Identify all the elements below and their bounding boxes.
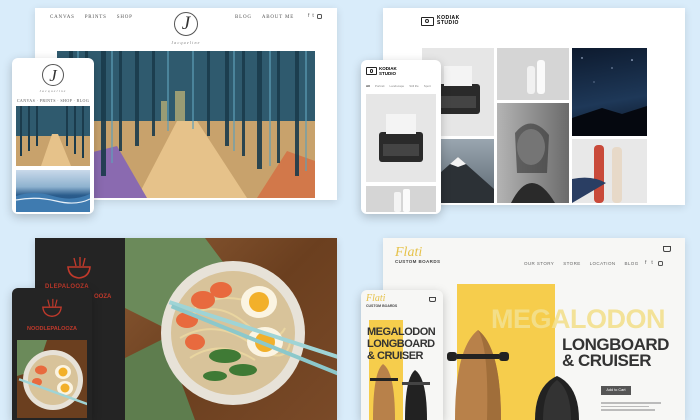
tab-landscape[interactable]: Landscape bbox=[390, 84, 405, 88]
nav-link-our-story[interactable]: OUR STORY bbox=[524, 261, 554, 266]
jacqueline-nav-right: BLOG ABOUT ME bbox=[235, 15, 294, 20]
flati-mobile-cart-icon[interactable] bbox=[429, 297, 436, 302]
longboard-image[interactable] bbox=[447, 330, 509, 420]
mobile-nav[interactable]: CANVAS · PRINTS · SHOP · BLOG bbox=[12, 98, 94, 103]
flati-mobile: Flati CUSTOM BOARDS MEGALODON LONGBOARD … bbox=[361, 290, 443, 420]
nav-link-prints[interactable]: PRINTS bbox=[85, 15, 107, 20]
gallery-night-sky[interactable] bbox=[572, 48, 647, 136]
forest-painting[interactable] bbox=[57, 51, 315, 198]
nav-link-shop[interactable]: SHOP bbox=[117, 15, 133, 20]
cruiser-image[interactable] bbox=[531, 376, 583, 420]
flati-mobile-logo[interactable]: Flati CUSTOM BOARDS bbox=[366, 293, 398, 309]
flati-brand-script: Flati bbox=[395, 245, 423, 260]
tab-all[interactable]: All bbox=[366, 84, 370, 88]
flati-mobile-brand-script: Flati bbox=[366, 293, 386, 304]
logo-monogram: J bbox=[181, 13, 191, 34]
mobile-ocean-image[interactable] bbox=[15, 170, 91, 212]
flati-mobile-headline-2: LONGBOARD bbox=[367, 338, 435, 350]
kodiak-mobile-tabs: All Portrait Landscape Still life Sport bbox=[366, 84, 431, 88]
add-to-cart-label: Add to Cart bbox=[606, 388, 626, 392]
flati-mobile-boards[interactable] bbox=[369, 364, 439, 420]
ramen-photo[interactable] bbox=[125, 238, 337, 420]
jacqueline-mobile: J Jacqueline CANVAS · PRINTS · SHOP · BL… bbox=[12, 58, 94, 214]
mobile-logo-monogram: J bbox=[49, 66, 57, 85]
noodle-mobile-photo[interactable] bbox=[17, 340, 87, 418]
tab-still-life[interactable]: Still life bbox=[409, 84, 419, 88]
camera-icon bbox=[421, 16, 434, 26]
mobile-vases-image[interactable] bbox=[366, 186, 436, 212]
kodiak-mobile-logo[interactable]: KODIAK STUDIO bbox=[366, 66, 397, 76]
flati-logo[interactable]: Flati CUSTOM BOARDS bbox=[395, 245, 441, 265]
facebook-icon[interactable]: f bbox=[308, 13, 309, 19]
mobile-logo-name: Jacqueline bbox=[39, 89, 67, 93]
mobile-camera-icon bbox=[366, 67, 377, 75]
gallery-portrait[interactable] bbox=[497, 103, 569, 203]
nav-link-canvas[interactable]: CANVAS bbox=[50, 15, 75, 20]
flati-facebook-icon[interactable]: f bbox=[645, 260, 646, 266]
flati-headline-3: & CRUISER bbox=[562, 351, 652, 370]
flati-brand-sub: CUSTOM BOARDS bbox=[395, 259, 441, 264]
social-icons: f t bbox=[308, 13, 322, 19]
description-lines bbox=[601, 402, 661, 411]
nav-link-store[interactable]: STORE bbox=[563, 261, 580, 266]
tab-sport[interactable]: Sport bbox=[424, 84, 431, 88]
add-to-cart-button[interactable]: Add to Cart bbox=[601, 386, 631, 395]
flati-mobile-brand-sub: CUSTOM BOARDS bbox=[366, 304, 398, 308]
noodle-mobile-bowl-icon[interactable] bbox=[41, 298, 63, 323]
kodiak-mobile: KODIAK STUDIO All Portrait Landscape Sti… bbox=[361, 60, 441, 214]
noodle-bowl-icon[interactable] bbox=[66, 256, 92, 285]
nav-link-blog[interactable]: BLOG bbox=[235, 15, 252, 20]
mobile-logo[interactable]: J Jacqueline bbox=[38, 64, 68, 93]
jacqueline-logo[interactable]: J Jacqueline bbox=[168, 12, 204, 52]
kodiak-brand-line2: STUDIO bbox=[437, 20, 459, 26]
flati-mobile-headline-1: MEGALODON bbox=[367, 326, 436, 338]
noodle-brand-mobile: NOODLEPALOOZA bbox=[26, 326, 77, 332]
flati-twitter-icon[interactable]: t bbox=[651, 260, 652, 266]
flati-social-icons: f t bbox=[645, 260, 663, 266]
mobile-forest-image[interactable] bbox=[16, 106, 90, 166]
logo-name: Jacqueline bbox=[171, 40, 201, 45]
cart-icon[interactable] bbox=[663, 246, 671, 252]
jacqueline-nav-left: CANVAS PRINTS SHOP bbox=[50, 15, 133, 20]
instagram-icon[interactable] bbox=[316, 14, 322, 19]
noodle-mobile: NOODLEPALOOZA bbox=[12, 288, 92, 420]
flati-instagram-icon[interactable] bbox=[657, 261, 663, 266]
noodle-partial-brand: OOZA bbox=[94, 294, 112, 300]
flati-mobile-headline-3: & CRUISER bbox=[367, 350, 424, 362]
nav-link-location[interactable]: LOCATION bbox=[590, 261, 616, 266]
tab-portrait[interactable]: Portrait bbox=[375, 84, 385, 88]
gallery-vases[interactable] bbox=[497, 48, 569, 100]
mobile-typewriter-image[interactable] bbox=[366, 94, 436, 182]
nav-link-about[interactable]: ABOUT ME bbox=[262, 15, 294, 20]
gallery-skateboard[interactable] bbox=[572, 139, 647, 203]
twitter-icon[interactable]: t bbox=[312, 13, 313, 19]
flati-nav: OUR STORY STORE LOCATION BLOG bbox=[524, 261, 639, 266]
kodiak-mobile-brand-line2: STUDIO bbox=[379, 71, 397, 76]
flati-headline-1: MEGALODON bbox=[491, 304, 666, 334]
nav-link-blog[interactable]: BLOG bbox=[625, 261, 639, 266]
kodiak-logo[interactable]: KODIAK STUDIO bbox=[421, 16, 460, 26]
